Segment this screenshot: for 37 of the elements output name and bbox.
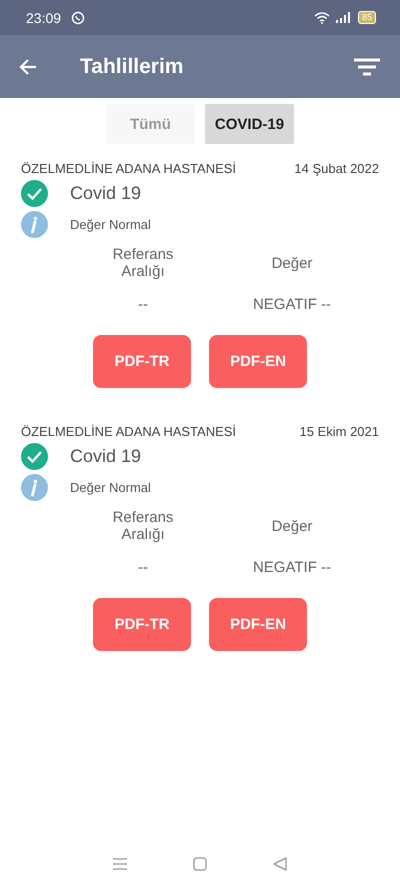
filter-tab[interactable]: COVID-19 — [205, 104, 294, 144]
test-name: Covid 19 — [70, 446, 142, 467]
hospital-name: ÖZELMEDLİNE ADANA HASTANESİ — [21, 161, 236, 176]
hospital-name: ÖZELMEDLİNE ADANA HASTANESİ — [21, 424, 236, 439]
column-header: Değer — [270, 518, 314, 534]
home-icon[interactable] — [193, 857, 207, 871]
wifi-icon — [314, 12, 330, 24]
chat-icon — [71, 10, 86, 24]
status-text: Değer Normal — [70, 480, 151, 495]
table-cell-text: NEGATIF -- — [252, 559, 332, 576]
table-cell-text: -- — [137, 296, 149, 313]
check-icon — [21, 180, 48, 207]
filter-icon — [354, 58, 380, 76]
arrow-left-icon — [18, 58, 38, 76]
back-icon[interactable] — [273, 857, 287, 871]
table-cell-text: -- — [137, 559, 149, 576]
battery-indicator: 85 — [358, 11, 376, 24]
clock: 23:09 — [26, 10, 62, 26]
test-name: Covid 19 — [70, 183, 142, 204]
menu-icon[interactable] — [113, 858, 127, 870]
info-icon — [21, 474, 48, 501]
column-header: Referans Aralığı — [112, 509, 174, 543]
column-header: Referans Aralığı — [112, 246, 174, 280]
status-text: Değer Normal — [70, 217, 151, 232]
info-icon — [21, 211, 48, 238]
column-header: Değer — [270, 254, 314, 272]
pdf-button[interactable]: PDF-EN — [209, 598, 307, 651]
table-cell-text: NEGATIF -- — [252, 296, 332, 313]
pdf-button[interactable]: PDF-EN — [209, 335, 307, 388]
pdf-button[interactable]: PDF-TR — [93, 598, 191, 651]
pdf-button[interactable]: PDF-TR — [93, 335, 191, 388]
signal-icon — [336, 12, 350, 23]
page-title: Tahlillerim — [80, 54, 184, 78]
filter-tab[interactable]: Tümü — [106, 104, 195, 144]
check-icon — [21, 443, 48, 470]
result-date: 15 Ekim 2021 — [300, 424, 379, 439]
result-date: 14 Şubat 2022 — [294, 161, 379, 176]
